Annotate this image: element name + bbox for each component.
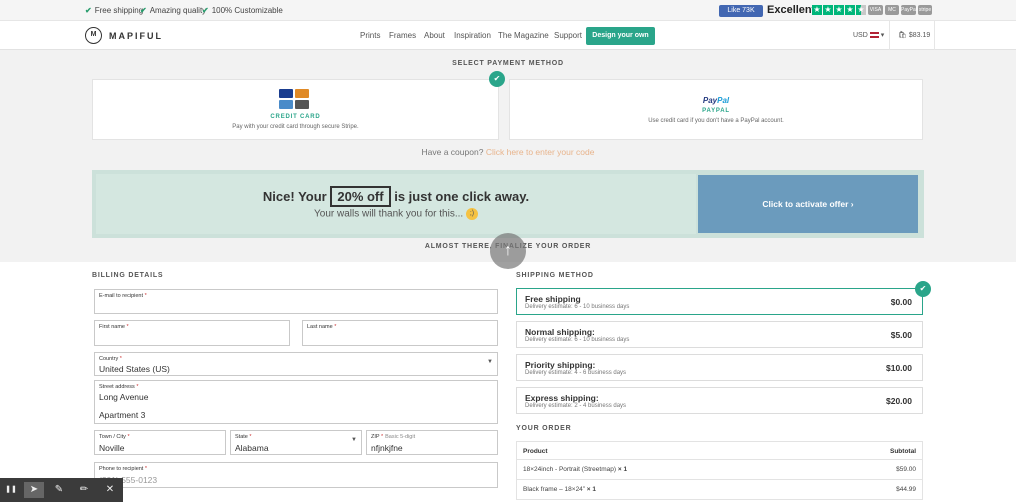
- discount-badge: 20% off: [330, 186, 391, 207]
- state-select[interactable]: State * Alabama ▼: [230, 430, 362, 455]
- city-field[interactable]: Town / City * Noville: [94, 430, 226, 455]
- wink-emoji-icon: ;): [465, 208, 478, 220]
- trustpilot-rating: Excellent: [767, 4, 816, 16]
- nav-magazine[interactable]: The Magazine: [498, 31, 549, 40]
- selected-check-icon: ✔: [489, 71, 505, 87]
- nav-prints[interactable]: Prints: [360, 31, 380, 40]
- check-icon: ✔: [140, 6, 147, 15]
- chevron-down-icon: ▼: [487, 359, 493, 365]
- paypal-logo-icon: PayPal: [702, 96, 730, 105]
- star-icon: ★: [812, 5, 822, 15]
- activate-offer-button[interactable]: Click to activate offer ›: [698, 175, 918, 233]
- order-table-header: Product Subtotal: [516, 441, 923, 460]
- paypal-desc: Use credit card if you don't have a PayP…: [648, 118, 784, 124]
- selected-check-icon: ✔: [915, 281, 931, 297]
- zip-value: nfjnkjfne: [371, 443, 403, 453]
- divider: [889, 21, 890, 50]
- mastercard-icon: [295, 89, 309, 98]
- top-bar: ✔ Free shipping ✔ Amazing quality ✔ 100% Cu…: [0, 0, 1016, 21]
- visa-card-icon: [279, 89, 293, 98]
- nav-about[interactable]: About: [424, 31, 445, 40]
- billing-title: BILLING DETAILS: [92, 272, 164, 279]
- shipping-option-priority[interactable]: Priority shipping: Delivery estimate: 4 …: [516, 354, 923, 381]
- shipping-option-free[interactable]: Free shipping Delivery estimate: 6 - 10 …: [516, 288, 923, 315]
- logo-icon[interactable]: M: [85, 27, 102, 44]
- us-flag-icon: [869, 32, 879, 39]
- highlighter-icon[interactable]: ✏: [74, 482, 94, 498]
- generic-card-icon: [295, 100, 309, 109]
- payment-section-title: SELECT PAYMENT METHOD: [452, 60, 564, 67]
- usp-free-shipping: ✔ Free shipping: [85, 6, 144, 15]
- shipping-option-express[interactable]: Express shipping: Delivery estimate: 2 -…: [516, 387, 923, 414]
- offer-subtext: Your walls will thank you for this... ;): [96, 208, 696, 220]
- stripe-logo: stripe: [918, 5, 932, 15]
- paypal-logo: PayPal: [901, 5, 917, 15]
- order-title: YOUR ORDER: [516, 425, 572, 432]
- nav-support[interactable]: Support: [554, 31, 582, 40]
- pointer-icon[interactable]: ➤: [24, 482, 44, 498]
- facebook-like-button[interactable]: Like 73K: [719, 5, 763, 17]
- logo-text[interactable]: MAPIFUL: [109, 31, 163, 41]
- nav-inspiration[interactable]: Inspiration: [454, 31, 491, 40]
- phone-field[interactable]: Phone to recipient * (201) 555-0123: [94, 462, 498, 488]
- check-icon: ✔: [85, 6, 92, 15]
- divider: [934, 21, 935, 50]
- close-icon[interactable]: ✕: [100, 482, 120, 498]
- amex-card-icon: [279, 100, 293, 109]
- order-table: Product Subtotal 18×24inch - Portrait (S…: [516, 441, 923, 500]
- street-address-field[interactable]: Street address * Long Avenue Apartment 3: [94, 380, 498, 424]
- table-row: Black frame – 18×24” × 1 $44.99: [516, 480, 923, 500]
- coupon-prompt: Have a coupon? Click here to enter your …: [421, 147, 595, 157]
- credit-card-label: CREDIT CARD: [270, 114, 321, 120]
- cart-icon: 🛍: [898, 32, 907, 39]
- star-half-icon: ★: [856, 5, 866, 15]
- credit-card-icons: [279, 89, 309, 109]
- star-icon: ★: [845, 5, 855, 15]
- country-select[interactable]: Country * United States (US) ▼: [94, 352, 498, 376]
- zip-field[interactable]: ZIP * Basic 5-digit nfjnkjfne: [366, 430, 498, 455]
- click-indicator-icon: ↑: [490, 233, 526, 269]
- email-field[interactable]: E-mail to recipient *: [94, 289, 498, 314]
- nav-frames[interactable]: Frames: [389, 31, 416, 40]
- star-icon: ★: [834, 5, 844, 15]
- credit-card-desc: Pay with your credit card through secure…: [232, 124, 359, 130]
- last-name-field[interactable]: Last name *: [302, 320, 498, 346]
- visa-logo: VISA: [868, 5, 883, 15]
- shipping-title: SHIPPING METHOD: [516, 272, 594, 279]
- street2-value: Apartment 3: [99, 410, 146, 420]
- check-icon: ✔: [202, 6, 209, 15]
- country-value: United States (US): [99, 364, 170, 374]
- pause-icon[interactable]: ❚❚: [1, 482, 21, 498]
- city-value: Noville: [99, 443, 125, 453]
- usp-customizable: ✔ 100% Customizable: [202, 6, 283, 15]
- state-value: Alabama: [235, 443, 269, 453]
- shipping-option-normal[interactable]: Normal shipping: Delivery estimate: 6 - …: [516, 321, 923, 348]
- star-icon: ★: [823, 5, 833, 15]
- offer-headline: Nice! Your 20% off is just one click awa…: [96, 186, 696, 207]
- pen-icon[interactable]: ✎: [49, 482, 69, 498]
- currency-selector[interactable]: USD ▾: [853, 31, 884, 39]
- chevron-down-icon: ▾: [880, 32, 885, 39]
- usp-quality: ✔ Amazing quality: [140, 6, 207, 15]
- design-your-own-button[interactable]: Design your own: [586, 27, 655, 45]
- mastercard-logo: MC: [885, 5, 899, 15]
- trustpilot-stars: ★ ★ ★ ★ ★: [812, 5, 866, 15]
- coupon-link[interactable]: Click here to enter your code: [486, 147, 595, 157]
- cart-button[interactable]: 🛍 $83.19: [898, 31, 930, 39]
- annotation-toolbar: ❚❚ ➤ ✎ ✏ ✕: [0, 478, 123, 502]
- street-value: Long Avenue: [99, 392, 149, 402]
- paypal-label: PAYPAL: [702, 108, 730, 114]
- chevron-down-icon: ▼: [351, 437, 357, 443]
- table-row: 18×24inch - Portrait (Streetmap) × 1 $59…: [516, 460, 923, 480]
- main-navigation: M MAPIFUL Prints Frames About Inspiratio…: [0, 21, 1016, 50]
- first-name-field[interactable]: First name *: [94, 320, 290, 346]
